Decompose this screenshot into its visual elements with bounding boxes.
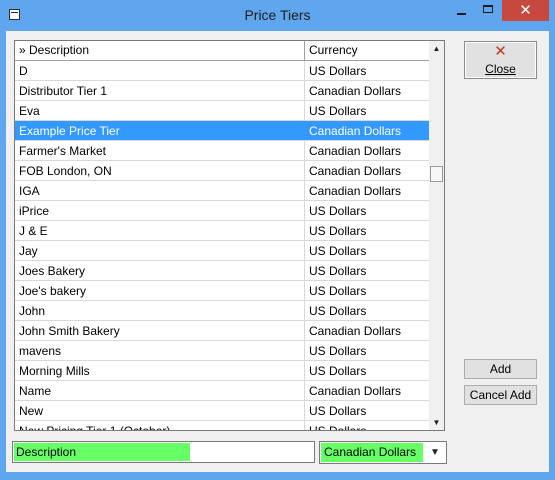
row-currency[interactable]: US Dollars bbox=[305, 241, 429, 260]
row-description[interactable]: New Pricing Tier 1 (October) bbox=[15, 421, 305, 430]
table-row[interactable]: FOB London, ON Canadian Dollars bbox=[15, 161, 429, 181]
close-button-label: Close bbox=[465, 62, 536, 76]
row-currency[interactable]: US Dollars bbox=[305, 221, 429, 240]
title-bar: Price Tiers ✕ bbox=[0, 0, 555, 31]
column-header-description[interactable]: » Description bbox=[15, 41, 305, 60]
cancel-add-button[interactable]: Cancel Add bbox=[464, 385, 537, 405]
add-button[interactable]: Add bbox=[464, 359, 537, 379]
row-currency[interactable]: US Dollars bbox=[305, 201, 429, 220]
row-currency[interactable]: Canadian Dollars bbox=[305, 161, 429, 180]
minimize-icon bbox=[457, 13, 466, 15]
description-field[interactable]: Description bbox=[12, 441, 315, 463]
grid-rows: D US Dollars Distributor Tier 1 Canadian Do… bbox=[15, 61, 429, 430]
table-row[interactable]: Morning Mills US Dollars bbox=[15, 361, 429, 381]
row-description[interactable]: Joe's bakery bbox=[15, 281, 305, 300]
vertical-scrollbar[interactable]: ▲ ▼ bbox=[429, 41, 444, 430]
description-field-value: Description bbox=[14, 443, 190, 461]
table-row[interactable]: D US Dollars bbox=[15, 61, 429, 81]
row-currency[interactable]: US Dollars bbox=[305, 281, 429, 300]
column-header-currency[interactable]: Currency bbox=[305, 41, 429, 60]
chevron-down-icon[interactable]: ▼ bbox=[425, 443, 445, 462]
row-description[interactable]: iPrice bbox=[15, 201, 305, 220]
row-description[interactable]: Joes Bakery bbox=[15, 261, 305, 280]
row-description[interactable]: J & E bbox=[15, 221, 305, 240]
close-button[interactable]: ✕ Close bbox=[464, 41, 537, 79]
row-currency[interactable]: US Dollars bbox=[305, 341, 429, 360]
row-description[interactable]: Example Price Tier bbox=[15, 121, 305, 140]
table-row[interactable]: Jay US Dollars bbox=[15, 241, 429, 261]
currency-select[interactable]: Canadian Dollars ▼ bbox=[319, 441, 447, 464]
row-currency[interactable]: US Dollars bbox=[305, 61, 429, 80]
row-description[interactable]: D bbox=[15, 61, 305, 80]
table-row[interactable]: John US Dollars bbox=[15, 301, 429, 321]
scroll-up-arrow-icon[interactable]: ▲ bbox=[429, 41, 444, 56]
table-row[interactable]: Eva US Dollars bbox=[15, 101, 429, 121]
row-description[interactable]: Eva bbox=[15, 101, 305, 120]
table-row[interactable]: New US Dollars bbox=[15, 401, 429, 421]
row-description[interactable]: John Smith Bakery bbox=[15, 321, 305, 340]
table-row[interactable]: Farmer's Market Canadian Dollars bbox=[15, 141, 429, 161]
currency-select-value: Canadian Dollars bbox=[321, 443, 423, 462]
scroll-thumb[interactable] bbox=[430, 166, 443, 182]
price-tiers-grid[interactable]: » Description Currency D US Dollars Distri… bbox=[14, 40, 445, 431]
table-row[interactable]: Joes Bakery US Dollars bbox=[15, 261, 429, 281]
close-x-icon: ✕ bbox=[494, 43, 507, 60]
table-row[interactable]: Distributor Tier 1 Canadian Dollars bbox=[15, 81, 429, 101]
row-currency[interactable]: Canadian Dollars bbox=[305, 141, 429, 160]
close-label-text: Close bbox=[485, 62, 516, 76]
table-row[interactable]: Name Canadian Dollars bbox=[15, 381, 429, 401]
table-row[interactable]: mavens US Dollars bbox=[15, 341, 429, 361]
row-description[interactable]: Farmer's Market bbox=[15, 141, 305, 160]
row-description[interactable]: IGA bbox=[15, 181, 305, 200]
row-currency[interactable]: Canadian Dollars bbox=[305, 121, 429, 140]
row-description[interactable]: FOB London, ON bbox=[15, 161, 305, 180]
row-currency[interactable]: US Dollars bbox=[305, 361, 429, 380]
window-frame-right bbox=[549, 31, 555, 480]
row-description[interactable]: Jay bbox=[15, 241, 305, 260]
row-description[interactable]: New bbox=[15, 401, 305, 420]
row-currency[interactable]: Canadian Dollars bbox=[305, 81, 429, 100]
row-currency[interactable]: Canadian Dollars bbox=[305, 321, 429, 340]
window-close-button[interactable]: ✕ bbox=[502, 0, 549, 21]
minimize-button[interactable] bbox=[449, 0, 475, 21]
row-description[interactable]: John bbox=[15, 301, 305, 320]
grid-header: » Description Currency bbox=[15, 41, 429, 61]
row-currency[interactable]: US Dollars bbox=[305, 101, 429, 120]
row-currency[interactable]: Canadian Dollars bbox=[305, 181, 429, 200]
row-description[interactable]: Distributor Tier 1 bbox=[15, 81, 305, 100]
row-currency[interactable]: US Dollars bbox=[305, 401, 429, 420]
row-description[interactable]: mavens bbox=[15, 341, 305, 360]
table-row[interactable]: IGA Canadian Dollars bbox=[15, 181, 429, 201]
table-row[interactable]: J & E US Dollars bbox=[15, 221, 429, 241]
table-row[interactable]: John Smith Bakery Canadian Dollars bbox=[15, 321, 429, 341]
scroll-down-arrow-icon[interactable]: ▼ bbox=[429, 415, 444, 430]
row-description[interactable]: Name bbox=[15, 381, 305, 400]
maximize-button[interactable] bbox=[475, 0, 501, 21]
row-currency[interactable]: US Dollars bbox=[305, 261, 429, 280]
row-currency[interactable]: Canadian Dollars bbox=[305, 381, 429, 400]
table-row[interactable]: Example Price Tier Canadian Dollars bbox=[15, 121, 429, 141]
window-frame-bottom bbox=[0, 472, 555, 480]
row-currency[interactable]: US Dollars bbox=[305, 301, 429, 320]
table-row[interactable]: New Pricing Tier 1 (October) US Dollars bbox=[15, 421, 429, 430]
table-row[interactable]: iPrice US Dollars bbox=[15, 201, 429, 221]
row-description[interactable]: Morning Mills bbox=[15, 361, 305, 380]
table-row[interactable]: Joe's bakery US Dollars bbox=[15, 281, 429, 301]
row-currency[interactable]: US Dollars bbox=[305, 421, 429, 430]
maximize-icon bbox=[483, 5, 493, 13]
